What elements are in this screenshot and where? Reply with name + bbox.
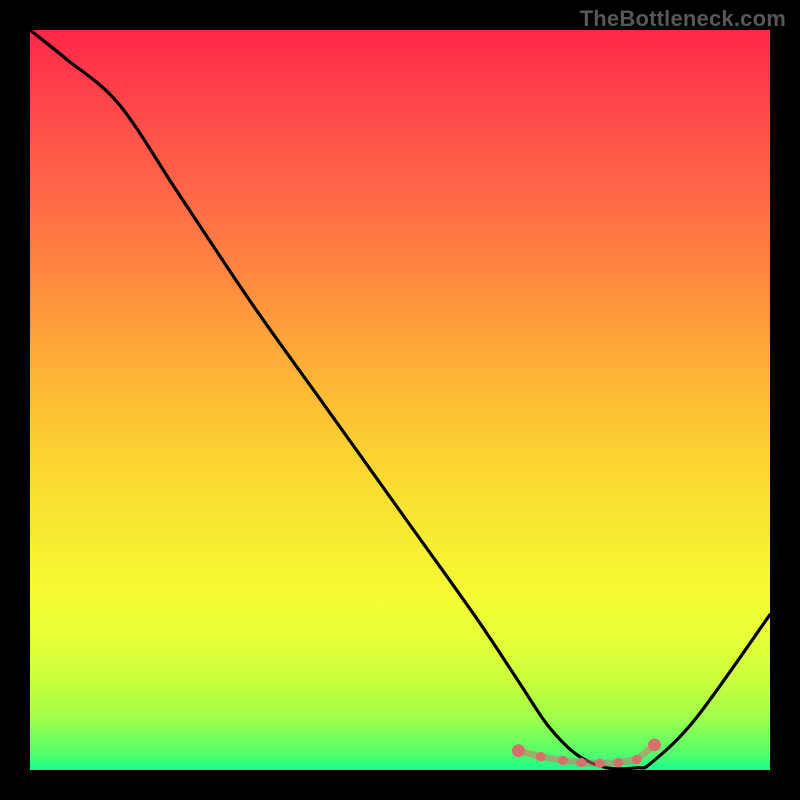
watermark-text: TheBottleneck.com xyxy=(580,6,786,32)
chart-svg xyxy=(30,30,770,770)
highlight-dot xyxy=(595,759,605,769)
highlight-dot xyxy=(648,738,661,751)
highlight-dot xyxy=(512,744,525,757)
chart-highlight-dots xyxy=(512,738,661,768)
highlight-dot xyxy=(558,756,568,766)
highlight-dot xyxy=(577,758,587,768)
highlight-dot xyxy=(632,755,642,765)
highlight-dot xyxy=(536,752,546,762)
highlight-dot xyxy=(614,758,624,768)
chart-curve xyxy=(30,30,770,769)
chart-plot-area xyxy=(30,30,770,770)
